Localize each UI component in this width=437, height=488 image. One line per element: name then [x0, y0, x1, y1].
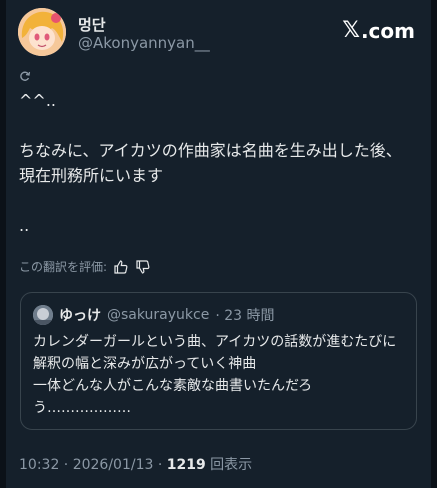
thumbs-up-icon[interactable]	[113, 259, 129, 275]
quoted-handle[interactable]: @sakurayukce	[107, 307, 209, 323]
x-logo-suffix: .com	[360, 18, 415, 43]
user-handle[interactable]: @Akonyannyan__	[78, 34, 210, 52]
reply-icon	[20, 71, 31, 81]
thumbs-down-icon[interactable]	[135, 259, 151, 275]
views-label: 回表示	[205, 457, 253, 473]
quoted-avatar[interactable]	[33, 305, 53, 325]
post-header: 멍단 @Akonyannyan__ 𝕏 .com	[18, 8, 419, 58]
quoted-body: カレンダーガールという曲、アイカツの話数が進むたびに解釈の幅と深みが広がっていく…	[33, 334, 397, 416]
quoted-post-header: ゆっけ @sakurayukce · 23 時間	[33, 305, 275, 325]
avatar-image	[18, 8, 66, 56]
display-name[interactable]: 멍단	[78, 14, 106, 35]
quoted-display-name[interactable]: ゆっけ	[59, 305, 101, 325]
views-count: 1219	[166, 457, 206, 473]
quoted-time: · 23 時間	[215, 308, 275, 324]
post-card: 멍단 @Akonyannyan__ 𝕏 .com ^^.. ちなみに、アイカツの作…	[6, 0, 431, 488]
avatar[interactable]	[18, 8, 66, 56]
translation-rating-label: この翻訳を評価:	[19, 260, 108, 274]
post-footer: 10:32 · 2026/01/13 · 1219 回表示	[19, 454, 252, 474]
post-body: ^^.. ちなみに、アイカツの作曲家は名曲を生み出した後、現在刑務所にいます .…	[19, 91, 402, 235]
right-edge	[431, 0, 437, 488]
x-logo[interactable]: 𝕏 .com	[342, 18, 415, 43]
translation-rating: この翻訳を評価:	[19, 258, 151, 275]
quoted-post[interactable]: ゆっけ @sakurayukce · 23 時間 カレンダーガールという曲、アイ…	[20, 292, 417, 430]
post-timestamp[interactable]: 10:32 · 2026/01/13 ·	[19, 457, 167, 473]
quoted-avatar-image	[33, 305, 53, 325]
x-logo-mark: 𝕏	[342, 18, 360, 43]
